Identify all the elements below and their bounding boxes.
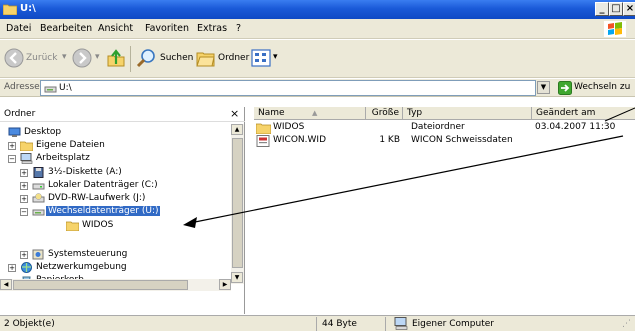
title-bar: U:\ _ □ × [0,0,635,19]
up-folder-icon[interactable] [106,48,126,68]
expand-diskette[interactable]: + [20,169,28,177]
status-divider [385,317,386,331]
folder-pane-title: Ordner [4,109,36,119]
address-value: U:\ [59,83,72,93]
removable-drive-icon [44,86,57,93]
folders-button[interactable]: Ordner [218,53,249,63]
address-dropdown-icon[interactable]: ▼ [537,81,550,94]
collapse-arbeitsplatz[interactable]: − [8,155,16,163]
menu-extras[interactable]: Extras [197,23,227,34]
expand-lokaler-datentraeger[interactable]: + [20,182,28,190]
close-button[interactable]: × [623,2,635,16]
menu-ansicht[interactable]: Ansicht [98,23,133,34]
resize-grip-icon[interactable]: ⋰ [622,319,631,329]
back-arrow-icon[interactable] [4,48,24,68]
scroll-down-icon[interactable]: ▼ [231,272,243,283]
scroll-thumb[interactable] [232,138,243,268]
computer-icon [20,153,33,164]
menu-bearbeiten[interactable]: Bearbeiten [40,23,92,34]
status-divider [316,317,317,331]
removable-drive-icon [32,209,45,216]
windows-logo-icon [604,21,626,37]
sort-ascending-icon: ▲ [312,109,318,117]
scroll-up-icon[interactable]: ▲ [231,124,243,135]
control-panel-icon [32,249,44,260]
view-dropdown-icon[interactable]: ▾ [273,52,278,62]
address-bar: Adresse U:\ ▼ Wechseln zu [0,79,635,97]
file-name: WIDOS [273,122,305,132]
expand-dvd-laufwerk[interactable]: + [20,195,28,203]
folder-icon [256,123,271,134]
toolbar-separator [130,46,131,72]
menu-bar: Datei Bearbeiten Ansicht Favoriten Extra… [0,19,635,39]
menu-help[interactable]: ? [236,23,241,34]
floppy-icon [33,167,44,178]
column-header-modified[interactable]: Geändert am [532,107,635,120]
file-type: Dateiordner [411,122,465,132]
go-arrow-icon [558,81,572,95]
folder-icon [66,221,79,231]
forward-dropdown-icon[interactable]: ▾ [95,52,100,62]
menu-favoriten[interactable]: Favoriten [145,23,189,34]
folder-pane-vertical-scrollbar[interactable]: ▲ ▼ [231,124,244,284]
wid-file-icon [256,135,270,147]
folder-icon [20,141,33,151]
minimize-button[interactable]: _ [595,2,609,16]
scroll-left-icon[interactable]: ◀ [0,279,12,290]
folder-pane-header: Ordner × [0,107,245,122]
status-size: 44 Byte [322,319,357,329]
maximize-button[interactable]: □ [609,2,623,16]
back-button[interactable]: Zurück [26,53,57,63]
expand-netzwerkumgebung[interactable]: + [8,264,16,272]
view-grid-icon[interactable] [251,48,271,68]
status-bar: 2 Objekt(e) 44 Byte Eigener Computer ⋰ [0,315,635,331]
file-type: WICON Schweissdaten [411,135,513,145]
search-icon[interactable] [136,48,156,68]
column-header-type[interactable]: Typ [403,107,532,120]
expand-systemsteuerung[interactable]: + [20,251,28,259]
folder-icon [3,4,17,15]
column-header-size[interactable]: Größe [366,107,403,120]
scroll-thumb[interactable] [13,280,188,290]
drive-icon [32,183,45,190]
file-size: 1 KB [379,135,400,145]
column-header-name[interactable]: Name ▲ [254,107,366,120]
network-icon [21,262,32,273]
annotation-arrow [189,135,624,224]
address-label: Adresse [4,82,40,92]
expand-eigene-dateien[interactable]: + [8,142,16,150]
status-location: Eigener Computer [412,319,494,329]
file-name: WICON.WID [273,135,326,145]
go-button[interactable]: Wechseln zu [556,80,635,96]
desktop-icon [8,127,21,137]
go-label: Wechseln zu [574,82,631,92]
back-dropdown-icon[interactable]: ▾ [62,52,67,62]
folders-icon[interactable] [196,48,216,68]
file-modified: 03.04.2007 11:30 [535,122,616,132]
address-field[interactable]: U:\ [40,80,536,96]
dvd-icon [32,193,45,203]
folder-pane-horizontal-scrollbar[interactable]: ◀ ▶ [0,279,231,291]
collapse-wechseldatentraeger[interactable]: − [20,208,28,216]
search-button[interactable]: Suchen [160,53,193,63]
window-title: U:\ [20,3,36,14]
computer-icon [394,317,408,330]
status-object-count: 2 Objekt(e) [4,319,55,329]
forward-arrow-icon[interactable] [72,48,92,68]
close-pane-icon[interactable]: × [230,107,239,120]
menu-datei[interactable]: Datei [6,23,31,34]
scroll-right-icon[interactable]: ▶ [219,279,231,290]
toolbar: Zurück ▾ ▾ Suchen Ordner ▾ [0,40,635,78]
